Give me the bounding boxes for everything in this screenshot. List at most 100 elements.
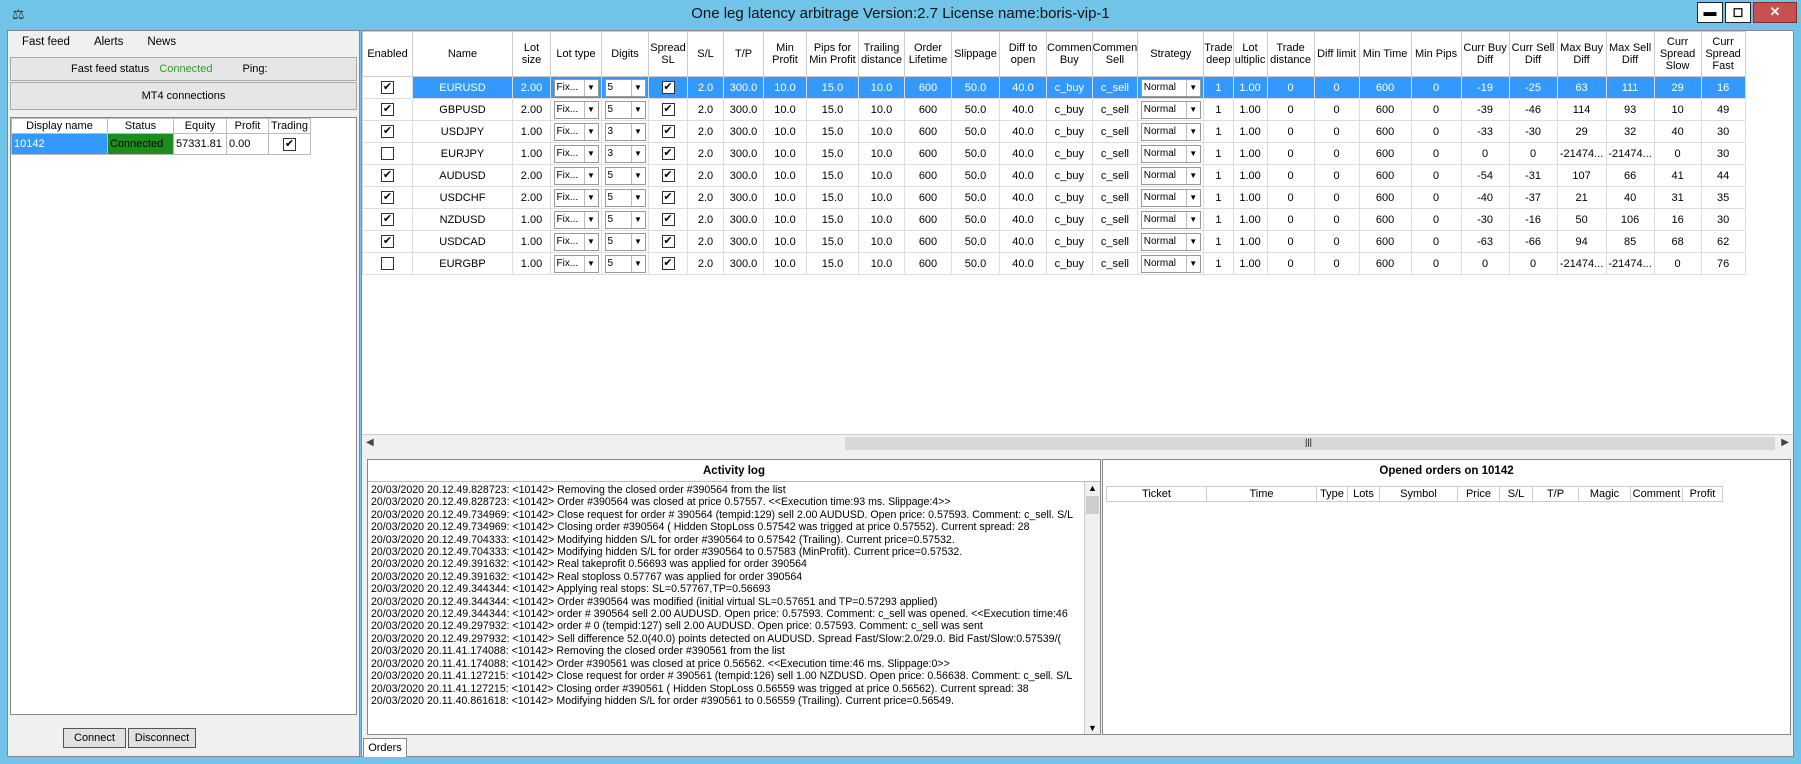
col-trade-distance[interactable]: Trade distance (1266, 31, 1315, 77)
digits-select[interactable]: 5 ▼ (604, 78, 646, 97)
strategy-select[interactable]: Normal ▼ (1140, 166, 1201, 185)
col-trading[interactable]: Trading (268, 118, 311, 134)
chevron-down-icon[interactable]: ▼ (583, 211, 598, 228)
orders-col-tp[interactable]: T/P (1532, 486, 1579, 502)
scroll-up-icon[interactable]: ▲ (1088, 483, 1097, 493)
strategy-select[interactable]: Normal ▼ (1140, 210, 1201, 229)
lot-type-select[interactable]: Fix... ▼ (553, 254, 599, 273)
account-name[interactable]: 10142 (11, 133, 108, 155)
col-max-buy-diff[interactable]: Max Buy Diff (1556, 31, 1607, 77)
col-pips-min-profit[interactable]: Pips for Min Profit (806, 31, 859, 77)
enabled-checkbox[interactable]: ✔ (381, 235, 394, 248)
spread-sl-checkbox[interactable]: ✔ (661, 147, 675, 160)
col-display-name[interactable]: Display name (11, 118, 108, 134)
mt4-connections-button[interactable]: MT4 connections (10, 82, 357, 110)
lot-type-select[interactable]: Fix... ▼ (553, 78, 599, 97)
menu-fast-feed[interactable]: Fast feed (18, 36, 74, 52)
lot-type-select[interactable]: Fix... ▼ (553, 100, 599, 119)
minimize-button[interactable]: ▬ (1697, 2, 1723, 23)
chevron-down-icon[interactable]: ▼ (1185, 255, 1200, 272)
orders-col-price[interactable]: Price (1457, 486, 1500, 502)
chevron-down-icon[interactable]: ▼ (630, 101, 645, 118)
spread-sl-checkbox[interactable]: ✔ (661, 169, 675, 182)
enabled-checkbox[interactable] (381, 257, 394, 270)
enabled-checkbox[interactable]: ✔ (381, 125, 394, 138)
spread-sl-checkbox[interactable]: ✔ (661, 257, 675, 270)
chevron-down-icon[interactable]: ▼ (1185, 101, 1200, 118)
spread-sl-checkbox[interactable]: ✔ (661, 103, 675, 116)
chevron-down-icon[interactable]: ▼ (1185, 233, 1200, 250)
symbol-row[interactable]: ✔ GBPUSD 2.00 Fix... ▼ 5 ▼ ✔ 2.0 300.0 10.0 15.0 10.… (362, 98, 1746, 121)
symbol-row[interactable]: ✔ USDJPY 1.00 Fix... ▼ 3 ▼ ✔ 2.0 300.0 10.0 15.0 10.… (362, 120, 1746, 143)
lot-type-select[interactable]: Fix... ▼ (553, 232, 599, 251)
lot-type-select[interactable]: Fix... ▼ (553, 210, 599, 229)
col-name[interactable]: Name (412, 31, 513, 77)
connect-button[interactable]: Connect (63, 728, 126, 748)
chevron-down-icon[interactable]: ▼ (583, 101, 598, 118)
orders-col-ticket[interactable]: Ticket (1106, 486, 1207, 502)
chevron-down-icon[interactable]: ▼ (630, 211, 645, 228)
col-min-pips[interactable]: Min Pips (1410, 31, 1462, 77)
strategy-select[interactable]: Normal ▼ (1140, 232, 1201, 251)
chevron-down-icon[interactable]: ▼ (583, 145, 598, 162)
orders-col-magic[interactable]: Magic (1578, 486, 1631, 502)
col-diff-to-open[interactable]: Diff to open (999, 31, 1047, 77)
symbol-row[interactable]: ✔ USDCAD 1.00 Fix... ▼ 5 ▼ ✔ 2.0 300.0 10.0 15.0 10.… (362, 230, 1746, 253)
strategy-select[interactable]: Normal ▼ (1140, 254, 1201, 273)
strategy-select[interactable]: Normal ▼ (1140, 78, 1201, 97)
chevron-down-icon[interactable]: ▼ (630, 233, 645, 250)
lot-type-select[interactable]: Fix... ▼ (553, 122, 599, 141)
spread-sl-checkbox[interactable]: ✔ (661, 191, 675, 204)
col-enabled[interactable]: Enabled (362, 31, 413, 77)
symbol-row[interactable]: EURGBP 1.00 Fix... ▼ 5 ▼ ✔ 2.0 300.0 10.0 15.0 10.0… (362, 252, 1746, 275)
chevron-down-icon[interactable]: ▼ (630, 255, 645, 272)
enabled-checkbox[interactable] (381, 147, 394, 160)
chevron-down-icon[interactable]: ▼ (1185, 123, 1200, 140)
col-curr-buy-diff[interactable]: Curr Buy Diff (1460, 31, 1510, 77)
maximize-button[interactable]: ◻ (1725, 2, 1751, 23)
col-strategy[interactable]: Strategy (1137, 31, 1205, 77)
symbol-row[interactable]: ✔ NZDUSD 1.00 Fix... ▼ 5 ▼ ✔ 2.0 300.0 10.0 15.0 10.… (362, 208, 1746, 231)
orders-col-time[interactable]: Time (1206, 486, 1317, 502)
enabled-checkbox[interactable]: ✔ (381, 103, 394, 116)
symbol-row[interactable]: ✔ AUDUSD 2.00 Fix... ▼ 5 ▼ ✔ 2.0 300.0 10.0 15.0 10.… (362, 164, 1746, 187)
col-curr-spread-slow[interactable]: Curr Spread Slow (1653, 31, 1702, 77)
enabled-checkbox[interactable]: ✔ (381, 191, 394, 204)
strategy-select[interactable]: Normal ▼ (1140, 144, 1201, 163)
lot-type-select[interactable]: Fix... ▼ (553, 166, 599, 185)
col-sl[interactable]: S/L (687, 31, 724, 77)
digits-select[interactable]: 5 ▼ (604, 166, 646, 185)
col-digits[interactable]: Digits (601, 31, 649, 77)
enabled-checkbox[interactable]: ✔ (381, 81, 394, 94)
chevron-down-icon[interactable]: ▼ (583, 79, 598, 96)
col-comment-buy[interactable]: Commen Buy (1046, 31, 1093, 77)
chevron-down-icon[interactable]: ▼ (630, 79, 645, 96)
col-trailing-distance[interactable]: Trailing distance (858, 31, 905, 77)
col-trade-deep[interactable]: Trade deep (1203, 31, 1234, 77)
chevron-down-icon[interactable]: ▼ (1185, 167, 1200, 184)
col-order-lifetime[interactable]: Order Lifetime (904, 31, 952, 77)
digits-select[interactable]: 5 ▼ (604, 254, 646, 273)
scroll-down-icon[interactable]: ▼ (1088, 723, 1097, 733)
chevron-down-icon[interactable]: ▼ (1185, 79, 1200, 96)
orders-col-symbol[interactable]: Symbol (1379, 486, 1458, 502)
col-diff-limit[interactable]: Diff limit (1313, 31, 1360, 77)
enabled-checkbox[interactable]: ✔ (381, 213, 394, 226)
chevron-down-icon[interactable]: ▼ (630, 189, 645, 206)
digits-select[interactable]: 3 ▼ (604, 122, 646, 141)
tab-orders[interactable]: Orders (363, 738, 407, 757)
menu-alerts[interactable]: Alerts (90, 36, 127, 52)
strategy-select[interactable]: Normal ▼ (1140, 188, 1201, 207)
account-row[interactable]: 10142 Connected 57331.81 0.00 ✔ (11, 133, 311, 155)
symbol-row[interactable]: EURJPY 1.00 Fix... ▼ 3 ▼ ✔ 2.0 300.0 10.0 15.0 10.0… (362, 142, 1746, 165)
digits-select[interactable]: 5 ▼ (604, 100, 646, 119)
col-equity[interactable]: Equity (173, 118, 227, 134)
spread-sl-checkbox[interactable]: ✔ (661, 213, 675, 226)
chevron-down-icon[interactable]: ▼ (1185, 189, 1200, 206)
digits-select[interactable]: 3 ▼ (604, 144, 646, 163)
trading-checkbox[interactable]: ✔ (283, 137, 296, 151)
col-lot-type[interactable]: Lot type (550, 31, 602, 77)
symbol-row[interactable]: ✔ USDCHF 2.00 Fix... ▼ 5 ▼ ✔ 2.0 300.0 10.0 15.0 10.… (362, 186, 1746, 209)
col-status[interactable]: Status (107, 118, 174, 134)
strategy-select[interactable]: Normal ▼ (1140, 100, 1201, 119)
